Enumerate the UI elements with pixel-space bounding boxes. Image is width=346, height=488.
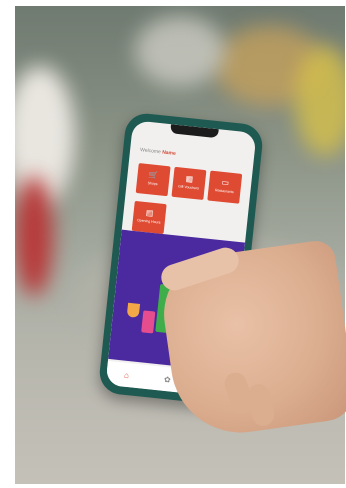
tile-restaurants[interactable]: ▭ Restaurants — [207, 170, 243, 204]
blurred-yellow-shirt — [295, 46, 345, 156]
welcome-text: Welcome Name — [139, 147, 177, 157]
tile-shops[interactable]: 🛒 Shops — [135, 163, 171, 197]
phone-notch — [170, 124, 219, 139]
blurred-red-clothing — [15, 176, 53, 296]
tile-opening-hours[interactable]: ▤ Opening Hours — [131, 200, 167, 235]
tile-gift-vouchers[interactable]: ▦ Gift Vouchers — [171, 166, 207, 201]
home-icon[interactable]: ⌂ — [124, 370, 130, 379]
blurred-window — [135, 16, 225, 86]
shopping-bag-illustration — [141, 310, 156, 334]
restaurant-icon: ▭ — [220, 177, 230, 188]
settings-icon[interactable]: ✿ — [164, 374, 172, 384]
cart-icon: 🛒 — [148, 170, 160, 181]
drink-glass-illustration — [126, 302, 141, 318]
